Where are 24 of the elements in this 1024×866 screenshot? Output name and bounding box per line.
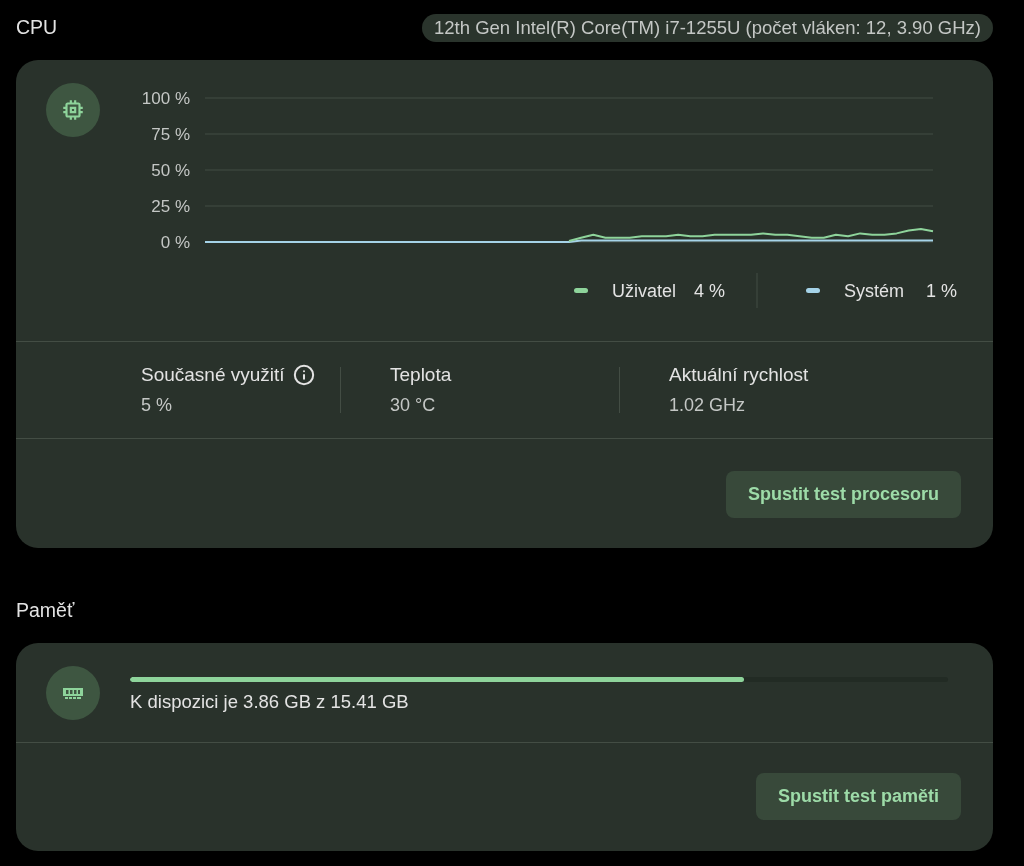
y-axis-tick-label: 0 % xyxy=(160,233,190,252)
stat-label: Aktuální rychlost xyxy=(669,364,809,386)
section-title: Paměť xyxy=(16,598,75,624)
legend-value: 1 % xyxy=(925,281,957,301)
chip-icon xyxy=(46,83,100,137)
run-cpu-test-button[interactable]: Spustit test procesoru xyxy=(725,471,961,518)
y-axis-tick-label: 50 % xyxy=(151,161,190,180)
y-axis-tick-label: 100 % xyxy=(141,89,190,108)
info-icon[interactable] xyxy=(292,364,315,386)
processor-info-chip: 12th Gen Intel(R) Core(TM) i7-1255U (počet vláken: 12, 3.90 GHz) xyxy=(422,14,993,42)
legend-label: Systém xyxy=(844,281,904,301)
stat-value: 30 °C xyxy=(390,395,437,416)
stat-label: Teplota xyxy=(390,364,452,386)
stat-value: 5 % xyxy=(141,395,174,416)
legend-label: Uživatel xyxy=(612,281,677,301)
memory-summary: K dispozici je 3.86 GB z 15.41 GB xyxy=(130,691,410,713)
stat-value: 1.02 GHz xyxy=(669,395,747,416)
run-memory-test-button[interactable]: Spustit test paměti xyxy=(755,773,961,820)
memory-stick-icon xyxy=(46,666,100,720)
stat-label: Současné využití xyxy=(141,364,285,386)
y-axis-tick-label: 75 % xyxy=(151,125,190,144)
legend-value: 4 % xyxy=(693,281,725,301)
y-axis-tick-label: 25 % xyxy=(151,197,190,216)
section-title: CPU xyxy=(16,15,58,41)
